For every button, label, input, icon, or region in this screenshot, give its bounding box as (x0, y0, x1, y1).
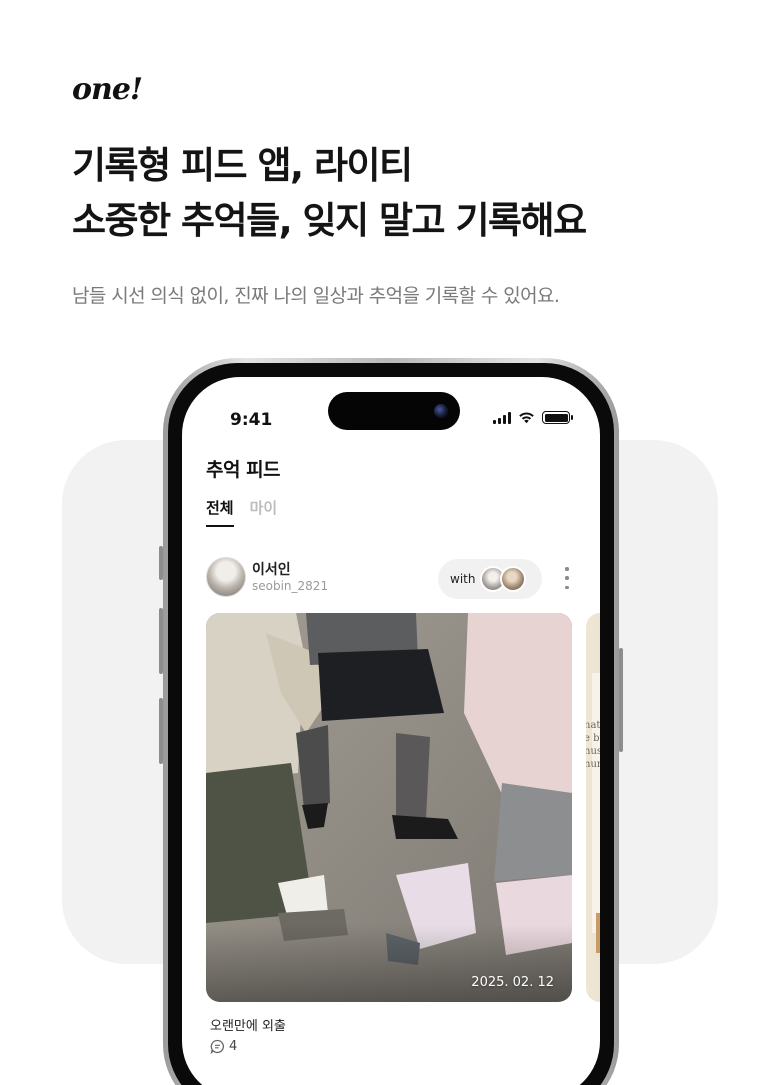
battery-icon (542, 411, 573, 424)
phone-bezel: 9:41 추억 피드 전체 마이 이서인 seobin_2821 with 20… (168, 363, 614, 1085)
next-photo-text-4: num (586, 759, 600, 770)
photo-illustration (206, 613, 572, 1002)
next-photo-illustration: nate e bu nus num (586, 673, 600, 953)
phone-mockup: 9:41 추억 피드 전체 마이 이서인 seobin_2821 with 20… (159, 358, 623, 1085)
app-logo: one! (72, 72, 143, 107)
next-photo-text-1: nate (586, 720, 600, 731)
comment-icon (210, 1039, 225, 1054)
avatar[interactable] (206, 557, 246, 597)
more-options-icon[interactable] (562, 567, 572, 589)
next-photo-text-2: e bu (586, 733, 600, 744)
friend-avatar (500, 566, 526, 592)
with-label: with (450, 572, 476, 586)
volume-up-button (159, 608, 163, 674)
camera-icon (434, 404, 448, 418)
headline-line-1: 기록형 피드 앱, 라이티 (72, 144, 413, 187)
tab-all[interactable]: 전체 (206, 497, 234, 527)
comment-button[interactable]: 4 (210, 1039, 237, 1054)
status-icons (493, 411, 573, 424)
next-photo-peek[interactable]: nate e bu nus num (586, 613, 600, 1002)
signal-icon (493, 411, 511, 424)
with-friends-button[interactable]: with (438, 559, 542, 599)
power-button (619, 648, 623, 752)
volume-down-button (159, 698, 163, 764)
post-photo[interactable]: 2025. 02. 12 (206, 613, 572, 1002)
promo-subheadline: 남들 시선 의식 없이, 진짜 나의 일상과 추억을 기록할 수 있어요. (72, 285, 560, 307)
user-handle: seobin_2821 (252, 579, 329, 593)
phone-screen: 9:41 추억 피드 전체 마이 이서인 seobin_2821 with 20… (182, 377, 600, 1085)
promo-headline: 기록형 피드 앱, 라이티 소중한 추억들, 잊지 말고 기록해요 (72, 138, 712, 248)
headline-line-2: 소중한 추억들, 잊지 말고 기록해요 (72, 199, 587, 242)
action-button (159, 546, 163, 580)
photo-date: 2025. 02. 12 (471, 975, 554, 990)
next-photo-text-3: nus (586, 746, 600, 757)
screen-title: 추억 피드 (206, 459, 281, 481)
status-time: 9:41 (230, 410, 273, 430)
wifi-icon (519, 412, 534, 424)
post-header: 이서인 seobin_2821 with (206, 557, 576, 601)
user-name[interactable]: 이서인 (252, 559, 291, 579)
post-caption: 오랜만에 외출 (210, 1019, 286, 1034)
feed-tabs: 전체 마이 (206, 497, 277, 527)
tab-my[interactable]: 마이 (250, 497, 278, 527)
comment-count: 4 (229, 1039, 238, 1054)
dynamic-island (328, 392, 460, 430)
